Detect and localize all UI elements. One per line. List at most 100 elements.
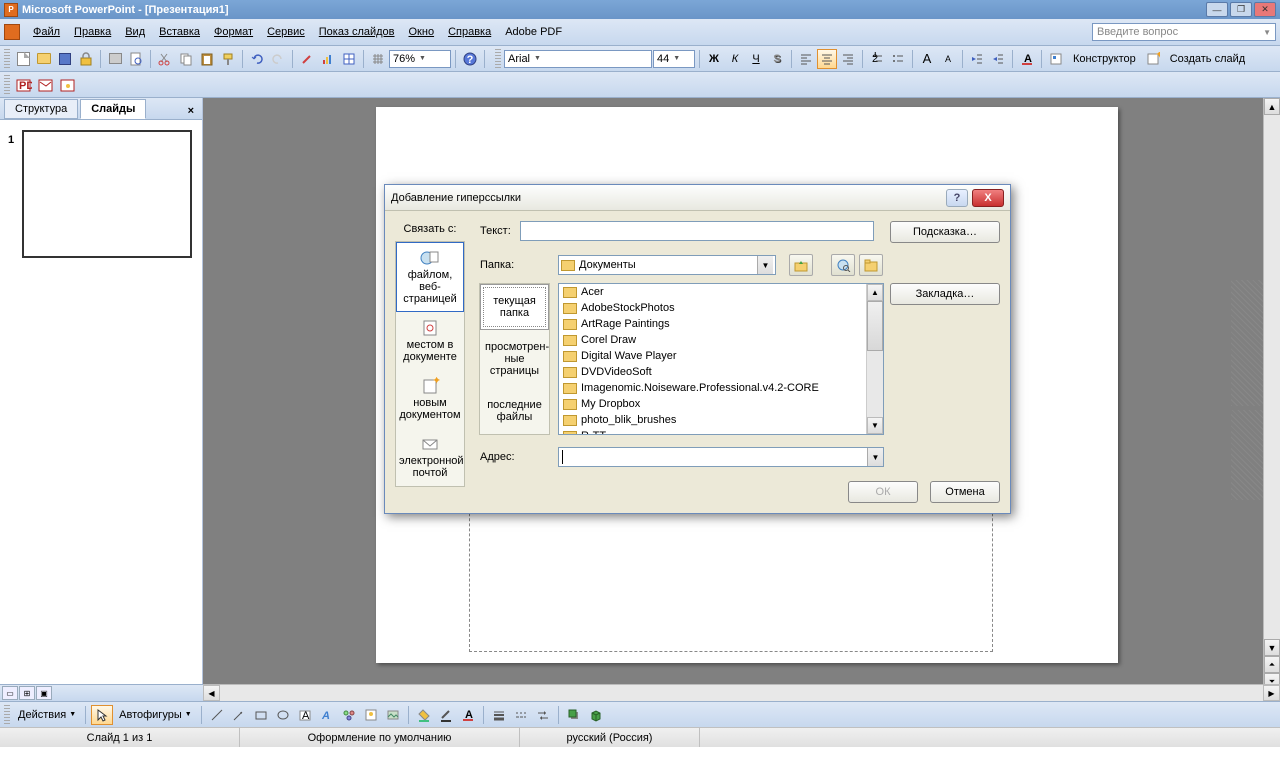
menu-tools[interactable]: Сервис bbox=[260, 23, 312, 41]
menu-format[interactable]: Формат bbox=[207, 23, 260, 41]
menu-window[interactable]: Окно bbox=[402, 23, 442, 41]
file-item[interactable]: ArtRage Paintings bbox=[559, 316, 883, 332]
chevron-down-icon[interactable]: ▼ bbox=[867, 448, 883, 466]
link-type-newdoc[interactable]: ✦ новым документом bbox=[396, 370, 464, 428]
cut-button[interactable] bbox=[155, 49, 175, 69]
dialog-close-button[interactable]: X bbox=[972, 189, 1004, 207]
toolbar-grip[interactable] bbox=[495, 49, 501, 69]
menu-edit[interactable]: Правка bbox=[67, 23, 118, 41]
menu-file[interactable]: Файл bbox=[26, 23, 67, 41]
line-tool[interactable] bbox=[207, 705, 227, 725]
file-item[interactable]: Digital Wave Player bbox=[559, 348, 883, 364]
bold-button[interactable]: Ж bbox=[704, 49, 724, 69]
paste-button[interactable] bbox=[197, 49, 217, 69]
menu-slideshow[interactable]: Показ слайдов bbox=[312, 23, 402, 41]
file-list[interactable]: AcerAdobeStockPhotosArtRage PaintingsCor… bbox=[558, 283, 884, 435]
textbox-tool[interactable]: A bbox=[295, 705, 315, 725]
normal-view-button[interactable]: ▭ bbox=[2, 686, 18, 700]
design-icon[interactable] bbox=[1046, 49, 1066, 69]
sorter-view-button[interactable]: ⊞ bbox=[19, 686, 35, 700]
file-item[interactable]: DVDVideoSoft bbox=[559, 364, 883, 380]
folder-combo[interactable]: Документы ▼ bbox=[558, 255, 776, 275]
cancel-button[interactable]: Отмена bbox=[930, 481, 1000, 503]
numbered-list-button[interactable]: 12 bbox=[867, 49, 887, 69]
arrow-tool[interactable] bbox=[229, 705, 249, 725]
arrow-style-tool[interactable] bbox=[533, 705, 553, 725]
text-input[interactable] bbox=[520, 221, 874, 241]
vertical-scrollbar[interactable]: ▲ ▼ ⏶ ⏷ bbox=[1263, 98, 1280, 690]
tab-outline[interactable]: Структура bbox=[4, 99, 78, 119]
file-item[interactable]: Corel Draw bbox=[559, 332, 883, 348]
dialog-title-bar[interactable]: Добавление гиперссылки ? X bbox=[385, 185, 1010, 211]
scroll-left-button[interactable]: ◀ bbox=[203, 685, 220, 701]
tab-recent-files[interactable]: последние файлы bbox=[480, 388, 549, 434]
open-button[interactable] bbox=[34, 49, 54, 69]
chevron-down-icon[interactable]: ▼ bbox=[757, 256, 773, 274]
maximize-button[interactable]: ❐ bbox=[1230, 2, 1252, 17]
new-button[interactable] bbox=[13, 49, 33, 69]
link-type-file[interactable]: файлом, веб-страницей bbox=[396, 242, 464, 312]
align-right-button[interactable] bbox=[838, 49, 858, 69]
select-tool[interactable] bbox=[91, 705, 113, 725]
fontsize-combo[interactable]: 44▼ bbox=[653, 50, 695, 68]
pdf-review-button[interactable] bbox=[58, 75, 78, 95]
filelist-scrollbar[interactable]: ▲ ▼ bbox=[866, 284, 883, 434]
scroll-thumb[interactable] bbox=[867, 301, 883, 351]
menu-insert[interactable]: Вставка bbox=[152, 23, 207, 41]
print-preview-button[interactable] bbox=[126, 49, 146, 69]
save-button[interactable] bbox=[55, 49, 75, 69]
file-item[interactable]: My Dropbox bbox=[559, 396, 883, 412]
shadow-button[interactable]: S bbox=[767, 49, 787, 69]
ink-button[interactable] bbox=[297, 49, 317, 69]
help-button[interactable]: ? bbox=[460, 49, 480, 69]
tab-browsed-pages[interactable]: просмотрен-ные страницы bbox=[480, 330, 549, 388]
actions-menu[interactable]: Действия▼ bbox=[14, 709, 80, 721]
scroll-right-button[interactable]: ▶ bbox=[1263, 685, 1280, 701]
decrease-indent-button[interactable] bbox=[967, 49, 987, 69]
font-combo[interactable]: Arial▼ bbox=[504, 50, 652, 68]
chart-button[interactable] bbox=[318, 49, 338, 69]
copy-button[interactable] bbox=[176, 49, 196, 69]
scroll-down-button[interactable]: ▼ bbox=[867, 417, 883, 434]
scroll-down-button[interactable]: ▼ bbox=[1264, 639, 1280, 656]
file-item[interactable]: AdobeStockPhotos bbox=[559, 300, 883, 316]
menu-view[interactable]: Вид bbox=[118, 23, 152, 41]
permissions-button[interactable] bbox=[76, 49, 96, 69]
dash-style-tool[interactable] bbox=[511, 705, 531, 725]
bullet-list-button[interactable] bbox=[888, 49, 908, 69]
designer-button[interactable]: Конструктор bbox=[1067, 53, 1142, 65]
dialog-help-button[interactable]: ? bbox=[946, 189, 968, 207]
italic-button[interactable]: К bbox=[725, 49, 745, 69]
3d-tool[interactable] bbox=[586, 705, 606, 725]
picture-tool[interactable] bbox=[383, 705, 403, 725]
browse-file-button[interactable] bbox=[859, 254, 883, 276]
system-menu-icon[interactable] bbox=[4, 24, 20, 40]
rectangle-tool[interactable] bbox=[251, 705, 271, 725]
clipart-tool[interactable] bbox=[361, 705, 381, 725]
folder-up-button[interactable] bbox=[789, 254, 813, 276]
newslide-button[interactable]: Создать слайд bbox=[1164, 53, 1251, 65]
undo-button[interactable] bbox=[247, 49, 267, 69]
line-color-tool[interactable] bbox=[436, 705, 456, 725]
table-button[interactable] bbox=[339, 49, 359, 69]
font-color-tool[interactable]: A bbox=[458, 705, 478, 725]
format-painter-button[interactable] bbox=[218, 49, 238, 69]
close-pane-button[interactable]: × bbox=[184, 103, 198, 119]
address-input[interactable]: ▼ bbox=[558, 447, 884, 467]
toolbar-grip[interactable] bbox=[4, 705, 10, 725]
browse-web-button[interactable] bbox=[831, 254, 855, 276]
scroll-up-button[interactable]: ▲ bbox=[867, 284, 883, 301]
pdf-email-button[interactable] bbox=[36, 75, 56, 95]
help-search-box[interactable]: Введите вопрос ▼ bbox=[1092, 23, 1276, 41]
font-color-button[interactable]: A bbox=[1017, 49, 1037, 69]
redo-button[interactable] bbox=[268, 49, 288, 69]
bookmark-button[interactable]: Закладка… bbox=[890, 283, 1000, 305]
underline-button[interactable]: Ч bbox=[746, 49, 766, 69]
toolbar-grip[interactable] bbox=[4, 49, 10, 69]
file-item[interactable]: photo_blik_brushes bbox=[559, 412, 883, 428]
align-left-button[interactable] bbox=[796, 49, 816, 69]
decrease-font-button[interactable]: A bbox=[938, 49, 958, 69]
autoshapes-menu[interactable]: Автофигуры▼ bbox=[115, 709, 196, 721]
minimize-button[interactable]: — bbox=[1206, 2, 1228, 17]
wordart-tool[interactable]: A bbox=[317, 705, 337, 725]
